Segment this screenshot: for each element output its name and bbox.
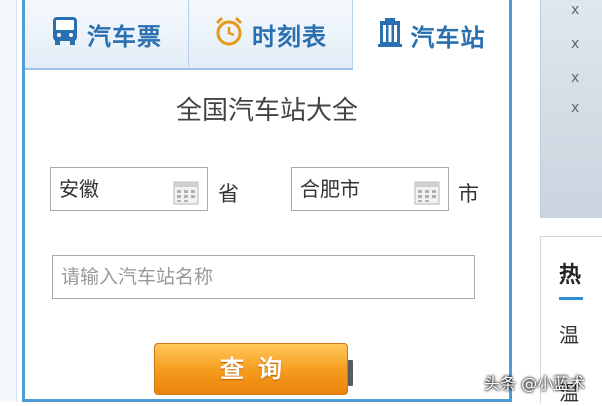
province-value: 安徽 (59, 177, 99, 201)
tab-bar: 汽车票 时刻表 汽车站 (25, 0, 509, 74)
bus-station-widget: 汽车票 时刻表 汽车站 全国汽车站大全 安徽 省 合肥市 市 请输入汽车站名称 … (22, 0, 512, 402)
alarm-clock-icon (214, 16, 244, 52)
search-button[interactable]: 查询 (154, 343, 348, 395)
heading-underline (559, 297, 583, 300)
province-unit-label: 省 (218, 182, 239, 206)
city-value: 合肥市 (300, 177, 360, 201)
tab-bus-station[interactable]: 汽车站 (353, 0, 509, 70)
close-icon[interactable]: x (571, 100, 579, 116)
station-placeholder: 请输入汽车站名称 (61, 266, 214, 288)
tab-timetable[interactable]: 时刻表 (189, 0, 353, 70)
city-unit-label: 市 (458, 182, 479, 206)
bus-icon (51, 16, 79, 52)
close-icon[interactable]: x (571, 36, 579, 52)
page-title: 全国汽车站大全 (175, 96, 358, 126)
left-frame-strip (0, 0, 17, 402)
button-edge (348, 360, 353, 386)
tab-bus-ticket[interactable]: 汽车票 (25, 0, 189, 70)
tab-label: 汽车票 (87, 22, 162, 51)
list-item[interactable]: 温 (559, 319, 579, 348)
calendar-icon[interactable] (414, 177, 440, 219)
building-icon (377, 17, 403, 53)
tab-label: 汽车站 (410, 23, 486, 52)
tab-label: 时刻表 (252, 22, 327, 51)
city-select[interactable]: 合肥市 (291, 167, 449, 211)
background-banner: x x x x (540, 0, 602, 218)
calendar-icon[interactable] (173, 177, 199, 219)
watermark: 头条 @小蓝术 (484, 374, 586, 393)
panel-heading: 热 (559, 263, 582, 288)
close-icon[interactable]: x (571, 2, 579, 18)
province-select[interactable]: 安徽 (50, 167, 208, 211)
close-icon[interactable]: x (571, 70, 579, 86)
station-name-input[interactable]: 请输入汽车站名称 (52, 255, 475, 299)
